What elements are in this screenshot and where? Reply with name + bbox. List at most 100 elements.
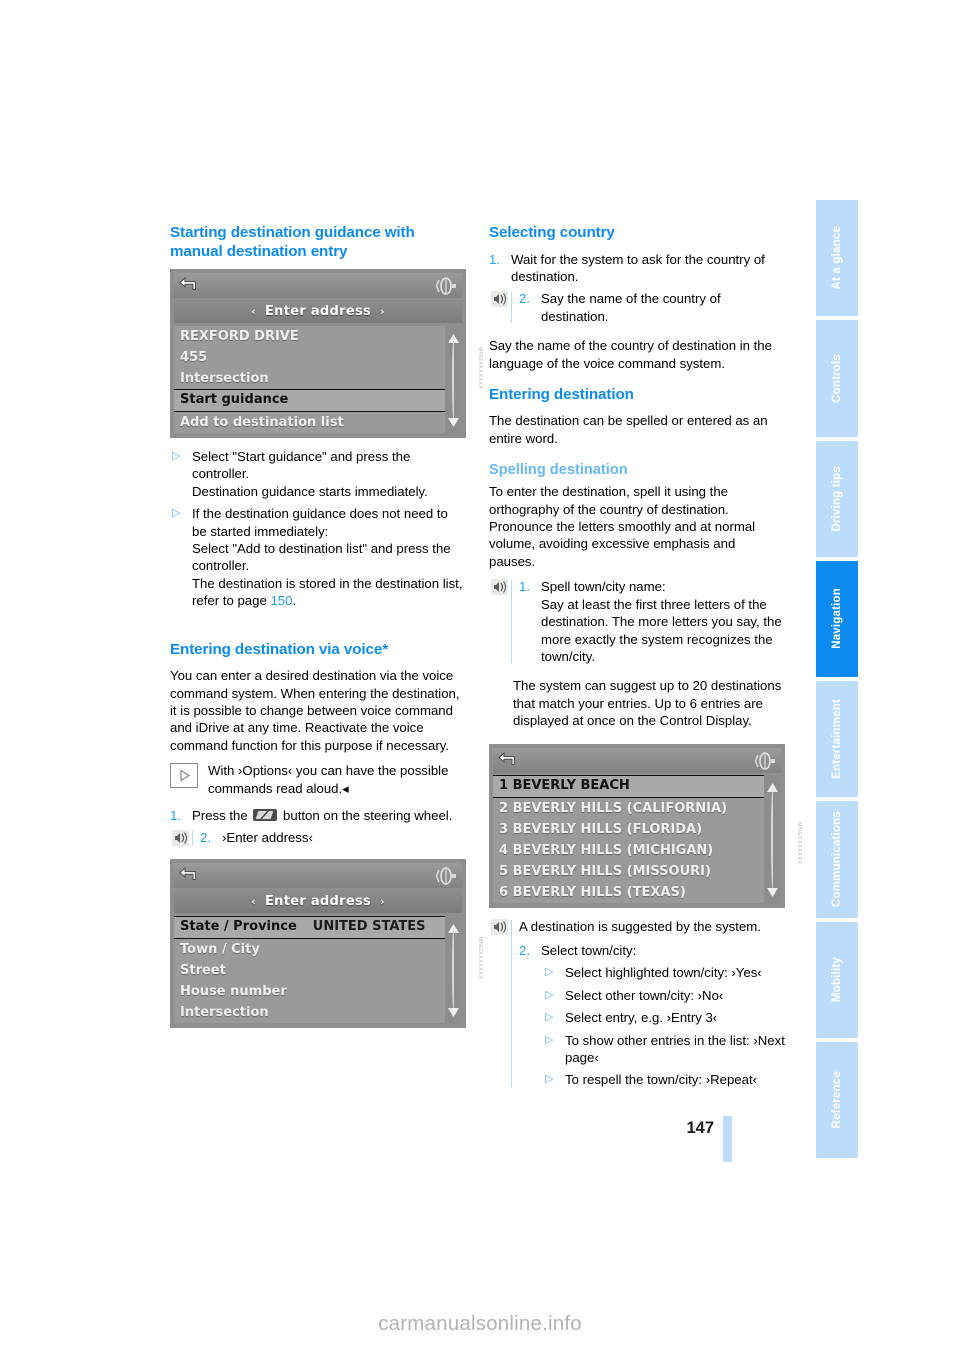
- step-number: 2.: [519, 291, 530, 307]
- display-list-item-value: UNITED STATES: [312, 918, 426, 934]
- step-number: 1.: [489, 251, 500, 267]
- display-toolbar: [174, 273, 462, 298]
- step-number: 1.: [170, 808, 181, 823]
- numbered-step: 2. Select town/city:: [519, 942, 785, 959]
- display-list-item[interactable]: 3 BEVERLY HILLS (FLORIDA): [493, 819, 764, 840]
- back-icon[interactable]: [178, 276, 197, 296]
- voice-command-step: 2. ›Enter address‹: [170, 829, 466, 847]
- figure-caption: MNGXXXXXXX: [796, 821, 802, 865]
- bullet-item: ▷ Select entry, e.g. ›Entry 3‹: [543, 1009, 785, 1026]
- section-heading-voice: Entering destination via voice*: [170, 640, 389, 658]
- spelling-paragraph: To enter the destination, spell it using…: [489, 484, 756, 569]
- scroll-down-icon[interactable]: [448, 1002, 459, 1021]
- display-list-item-label: 5 BEVERLY HILLS (MISSOURI): [499, 863, 711, 879]
- prev-arrow-icon[interactable]: ‹: [251, 305, 256, 318]
- sidebar-tab-reference[interactable]: Reference: [816, 1041, 858, 1158]
- scroll-thumb[interactable]: [452, 338, 457, 421]
- bullet-text: Select entry, e.g. ›Entry 3‹: [565, 1010, 718, 1026]
- display-list-item[interactable]: Intersection: [174, 368, 445, 389]
- sidebar-tab-entertainment[interactable]: Entertainment: [816, 681, 858, 798]
- bullet-item: ▷ Select "Start guidance" and press the …: [170, 448, 466, 500]
- numbered-step: 1. Wait for the system to ask for the co…: [489, 251, 785, 286]
- control-display-enter-address-1: ‹ Enter address › REXFORD DRIVE 455 Inters…: [170, 269, 483, 438]
- manual-page: At a glance Controls Driving tips Navigatio…: [0, 0, 960, 1358]
- scroll-down-icon[interactable]: [448, 412, 459, 431]
- page-reference-link[interactable]: 150: [270, 593, 292, 608]
- display-list-item[interactable]: 455: [174, 347, 445, 368]
- display-list-item[interactable]: Start guidance: [174, 389, 445, 412]
- display-scrollbar[interactable]: [445, 326, 462, 433]
- bullet-item: ▷ Select other town/city: ›No‹: [543, 987, 785, 1004]
- step-text: Say the name of the country of destinati…: [541, 291, 721, 324]
- sub-bullet-list: ▷ Select highlighted town/city: ›Yes‹ ▷ Sel…: [543, 964, 785, 1088]
- display-scrollbar[interactable]: [445, 915, 462, 1023]
- display-title-bar: ‹ Enter address ›: [174, 300, 462, 323]
- display-list-item[interactable]: Intersection: [174, 1002, 445, 1023]
- triangle-bullet-icon: ▷: [172, 450, 181, 462]
- section-heading-selecting-country: Selecting country: [489, 224, 615, 241]
- display-list-item[interactable]: 4 BEVERLY HILLS (MICHIGAN): [493, 840, 764, 861]
- step-text: Press the button on the steering wheel.: [192, 807, 466, 824]
- next-arrow-icon[interactable]: ›: [380, 895, 385, 908]
- display-list-item-label: Add to destination list: [180, 415, 344, 430]
- scroll-thumb[interactable]: [771, 786, 776, 891]
- display-scrollbar[interactable]: [764, 774, 781, 903]
- display-list-item[interactable]: House number: [174, 981, 445, 1002]
- bullet-text: To respell the town/city: ›Repeat‹: [565, 1072, 758, 1088]
- display-list-item-label: 2 BEVERLY HILLS (CALIFORNIA): [499, 800, 728, 816]
- numbered-step: 1. Spell town/city name: Say at least th…: [519, 578, 785, 665]
- sidebar-tab-at-a-glance[interactable]: At a glance: [816, 200, 858, 317]
- display-list-item[interactable]: 6 BEVERLY HILLS (TEXAS): [493, 882, 764, 903]
- display-list-item[interactable]: State / Province UNITED STATES: [174, 915, 445, 939]
- suggestion-note: A destination is suggested by the system…: [519, 918, 761, 934]
- display-list-item-label: Start guidance: [180, 392, 289, 407]
- voice-command-icon: [491, 579, 508, 596]
- sidebar-tab-navigation[interactable]: Navigation: [816, 560, 858, 677]
- display-list-item-label: 1 BEVERLY BEACH: [499, 777, 630, 793]
- numbered-step: 2. Say the name of the country of destin…: [519, 290, 785, 325]
- display-list-item[interactable]: Add to destination list: [174, 412, 445, 433]
- back-icon[interactable]: [178, 866, 197, 886]
- display-list-item[interactable]: 2 BEVERLY HILLS (CALIFORNIA): [493, 798, 764, 819]
- voice-intro-paragraph: You can enter a desired destination via …: [170, 668, 460, 753]
- triangle-bullet-icon: ▷: [545, 988, 554, 1001]
- sidebar-tab-label: Driving tips: [831, 465, 843, 532]
- display-list-item-label: 455: [180, 350, 208, 365]
- display-list-item-label: House number: [180, 983, 287, 999]
- sidebar-tab-label: Mobility: [831, 957, 843, 1003]
- display-title: Enter address: [264, 304, 372, 319]
- step-text: Wait for the system to ask for the count…: [511, 251, 765, 284]
- figure-caption: MNGXXXXXXX: [477, 936, 483, 980]
- scroll-thumb[interactable]: [452, 927, 457, 1011]
- voice-command-step: 2. Say the name of the country of destin…: [489, 290, 785, 325]
- display-list-item[interactable]: Town / City: [174, 939, 445, 960]
- joystick-icon: [435, 866, 457, 890]
- display-title: Enter address: [264, 893, 372, 909]
- numbered-step: 1. Press the button on the steering whee…: [170, 807, 466, 824]
- sidebar-tab-label: Reference: [831, 1071, 843, 1129]
- scroll-down-icon[interactable]: [767, 882, 778, 901]
- step-text: Spell town/city name: Say at least the f…: [541, 579, 782, 664]
- display-list-item[interactable]: Street: [174, 960, 445, 981]
- sidebar-tab-communications[interactable]: Communications: [816, 801, 858, 918]
- sidebar-tab-mobility[interactable]: Mobility: [816, 921, 858, 1038]
- sidebar-tab-controls[interactable]: Controls: [816, 320, 858, 437]
- display-list-item[interactable]: REXFORD DRIVE: [174, 326, 445, 347]
- hint-text: With ›Options‹ you can have the possible…: [208, 763, 449, 796]
- prev-arrow-icon[interactable]: ‹: [251, 895, 256, 908]
- left-column: Starting destination guidance with manua…: [170, 224, 483, 1038]
- sidebar-tab-driving-tips[interactable]: Driving tips: [816, 440, 858, 557]
- bullet-item: ▷ If the destination guidance does not n…: [170, 505, 466, 609]
- next-arrow-icon[interactable]: ›: [380, 305, 385, 318]
- display-list-item-label: Intersection: [180, 1004, 269, 1020]
- sidebar-tab-label: At a glance: [831, 226, 843, 290]
- display-list-item[interactable]: 1 BEVERLY BEACH: [493, 774, 764, 798]
- display-list-item[interactable]: 5 BEVERLY HILLS (MISSOURI): [493, 861, 764, 882]
- display-menu-list: REXFORD DRIVE 455 Intersection Start guidan…: [174, 326, 462, 433]
- bullet-text: Select other town/city: ›No‹: [565, 987, 724, 1003]
- voice-command-icon: [491, 918, 508, 935]
- subheading-spelling-destination: Spelling destination: [489, 462, 628, 479]
- voice-command-step: A destination is suggested by the system…: [489, 918, 785, 1089]
- bullet-text: Select highlighted town/city: ›Yes‹: [565, 965, 762, 981]
- back-icon[interactable]: [497, 751, 516, 771]
